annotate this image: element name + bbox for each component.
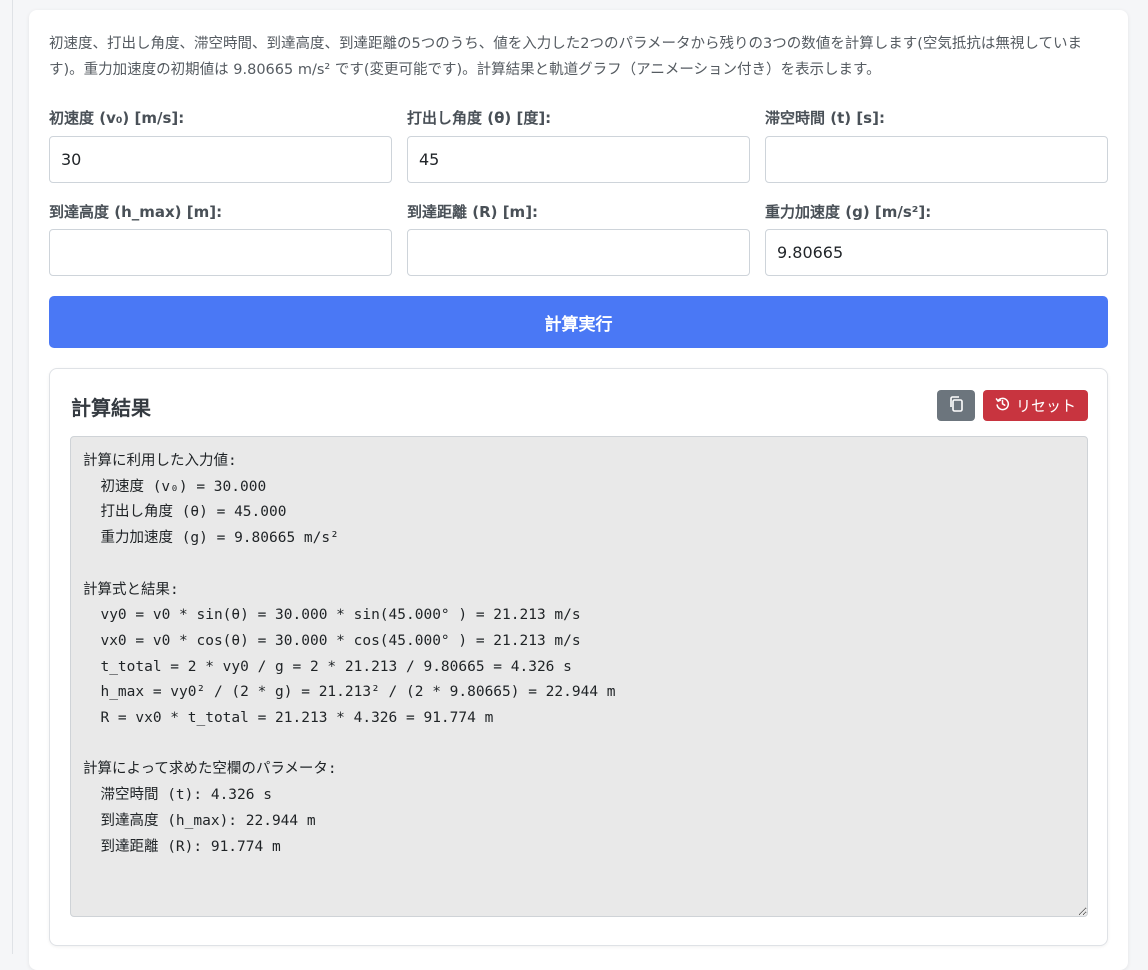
- history-icon: [995, 396, 1010, 415]
- calculate-button[interactable]: 計算実行: [49, 296, 1108, 348]
- page-edge-line: [12, 0, 13, 954]
- max-height-input[interactable]: [49, 229, 392, 276]
- reset-label: リセット: [1015, 397, 1076, 415]
- range-label: 到達距離 (R) [m]:: [407, 203, 539, 221]
- description-text: 初速度、打出し角度、滞空時間、到達高度、到達距離の5つのうち、値を入力した2つの…: [49, 36, 1082, 78]
- result-textarea[interactable]: 計算に利用した入力値: 初速度 (v₀) = 30.000 打出し角度 (θ) …: [70, 436, 1088, 917]
- range-input[interactable]: [407, 229, 750, 276]
- gravity-label: 重力加速度 (g) [m/s²]:: [765, 203, 932, 221]
- result-panel: 計算結果 リセット 計算に利用した入力値: 初速度 (v₀) = 30.000 …: [49, 368, 1108, 946]
- theta-label: 打出し角度 (θ) [度]:: [407, 109, 552, 127]
- v0-label: 初速度 (v₀) [m/s]:: [49, 109, 185, 127]
- copy-button[interactable]: [937, 390, 975, 421]
- max-height-label: 到達高度 (h_max) [m]:: [49, 203, 223, 221]
- result-title: 計算結果: [71, 396, 151, 420]
- copy-icon: [948, 395, 964, 416]
- v0-input[interactable]: [49, 136, 392, 183]
- flight-time-input[interactable]: [765, 136, 1108, 183]
- gravity-input[interactable]: [765, 229, 1108, 276]
- flight-time-label: 滞空時間 (t) [s]:: [765, 109, 885, 127]
- reset-button[interactable]: リセット: [983, 390, 1088, 421]
- theta-input[interactable]: [407, 136, 750, 183]
